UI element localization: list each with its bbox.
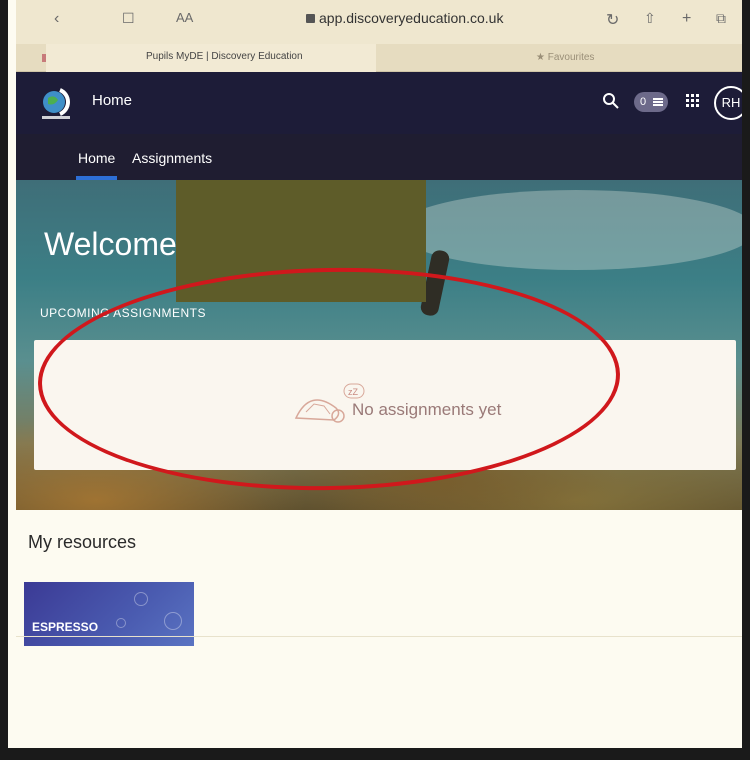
url-text: app.discoveryeducation.co.uk: [319, 10, 504, 26]
tile-decoration: [116, 618, 126, 628]
welcome-heading: Welcome,: [44, 226, 186, 262]
new-tab-icon[interactable]: +: [682, 10, 691, 28]
lock-icon: [306, 14, 315, 23]
divider: [16, 636, 742, 637]
photo-frame-edge: [8, 748, 742, 760]
tab-home[interactable]: Home: [75, 150, 118, 180]
back-icon[interactable]: ‹: [54, 10, 59, 28]
app-header: Home 0 RH: [16, 72, 742, 134]
favourites-tab[interactable]: ★ Favourites: [536, 52, 594, 63]
main-nav: Home Assignments: [16, 134, 742, 180]
tab-strip: Pupils MyDE | Discovery Education ★ Favo…: [16, 44, 742, 72]
discovery-education-logo[interactable]: [38, 84, 78, 124]
tab-assignments[interactable]: Assignments: [132, 150, 212, 166]
page-title: Home: [92, 92, 133, 109]
notification-count: 0: [640, 96, 647, 108]
tabs-icon[interactable]: ⧉: [716, 10, 726, 27]
browser-tab[interactable]: Pupils MyDE | Discovery Education: [46, 44, 376, 72]
list-icon: [653, 98, 663, 100]
tile-decoration: [164, 612, 182, 630]
browser-toolbar: ‹ ☐ AA app.discoveryeducation.co.uk ↻ ⇧ …: [16, 0, 742, 44]
avatar[interactable]: RH: [714, 86, 742, 120]
favourites-label: Favourites: [547, 52, 595, 63]
my-resources-heading: My resources: [28, 532, 137, 552]
text-size-button[interactable]: AA: [176, 10, 193, 25]
apps-grid-icon[interactable]: [686, 94, 700, 108]
address-bar[interactable]: app.discoveryeducation.co.uk: [306, 10, 503, 26]
search-icon[interactable]: [602, 92, 620, 110]
notifications-button[interactable]: 0: [634, 92, 668, 112]
tile-decoration: [134, 592, 148, 606]
app-screenshot: ‹ ☐ AA app.discoveryeducation.co.uk ↻ ⇧ …: [0, 0, 750, 760]
reader-icon[interactable]: ☐: [122, 10, 135, 27]
tab-title: Pupils MyDE | Discovery Education: [146, 51, 303, 62]
reload-icon[interactable]: ↻: [606, 10, 619, 30]
resource-tile-label: ESPRESSO: [32, 620, 99, 634]
share-icon[interactable]: ⇧: [644, 10, 656, 27]
